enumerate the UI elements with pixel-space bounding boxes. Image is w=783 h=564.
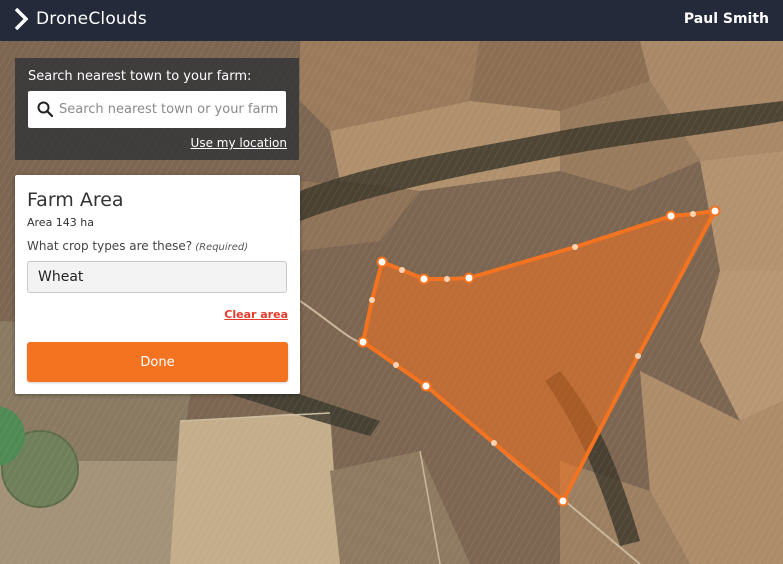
top-bar: DroneClouds Paul Smith [0, 0, 783, 41]
search-title: Search nearest town to your farm: [28, 69, 252, 84]
polygon-vertex-handle[interactable] [420, 380, 432, 392]
chevron-logo-icon [14, 8, 28, 30]
polygon-vertex-handle[interactable] [709, 205, 721, 217]
polygon-vertex-handle[interactable] [665, 210, 677, 222]
required-label: (Required) [195, 242, 249, 253]
polygon-midpoint-handle[interactable] [444, 276, 450, 282]
brand-logo[interactable]: DroneClouds [14, 8, 147, 30]
polygon-midpoint-handle[interactable] [491, 440, 497, 446]
polygon-vertex-handle[interactable] [557, 495, 569, 507]
polygon-midpoint-handle[interactable] [572, 244, 578, 250]
search-box[interactable] [28, 91, 286, 128]
search-input[interactable] [59, 91, 281, 128]
clear-area-link[interactable]: Clear area [224, 308, 288, 321]
polygon-vertex-handle[interactable] [376, 256, 388, 268]
panel-title: Farm Area [27, 189, 124, 211]
polygon-vertex-handle[interactable] [463, 272, 475, 284]
brand-name: DroneClouds [36, 9, 147, 29]
polygon-vertex-handle[interactable] [418, 273, 430, 285]
polygon-midpoint-handle[interactable] [393, 362, 399, 368]
farm-area-panel: Farm Area Area 143 ha What crop types ar… [15, 175, 300, 394]
polygon-midpoint-handle[interactable] [399, 267, 405, 273]
polygon-midpoint-handle[interactable] [690, 211, 696, 217]
polygon-vertex-handle[interactable] [357, 336, 369, 348]
done-button[interactable]: Done [27, 342, 288, 382]
polygon-midpoint-handle[interactable] [635, 353, 641, 359]
area-size: Area 143 ha [27, 216, 95, 229]
crop-question: What crop types are these? (Required) [27, 239, 248, 253]
user-menu[interactable]: Paul Smith [684, 11, 769, 27]
search-panel: Search nearest town to your farm: Use my… [15, 58, 299, 160]
polygon-midpoint-handle[interactable] [369, 297, 375, 303]
crop-question-text: What crop types are these? [27, 239, 193, 253]
crop-type-input[interactable] [27, 261, 287, 293]
search-icon [37, 101, 53, 117]
use-my-location-link[interactable]: Use my location [191, 136, 287, 150]
